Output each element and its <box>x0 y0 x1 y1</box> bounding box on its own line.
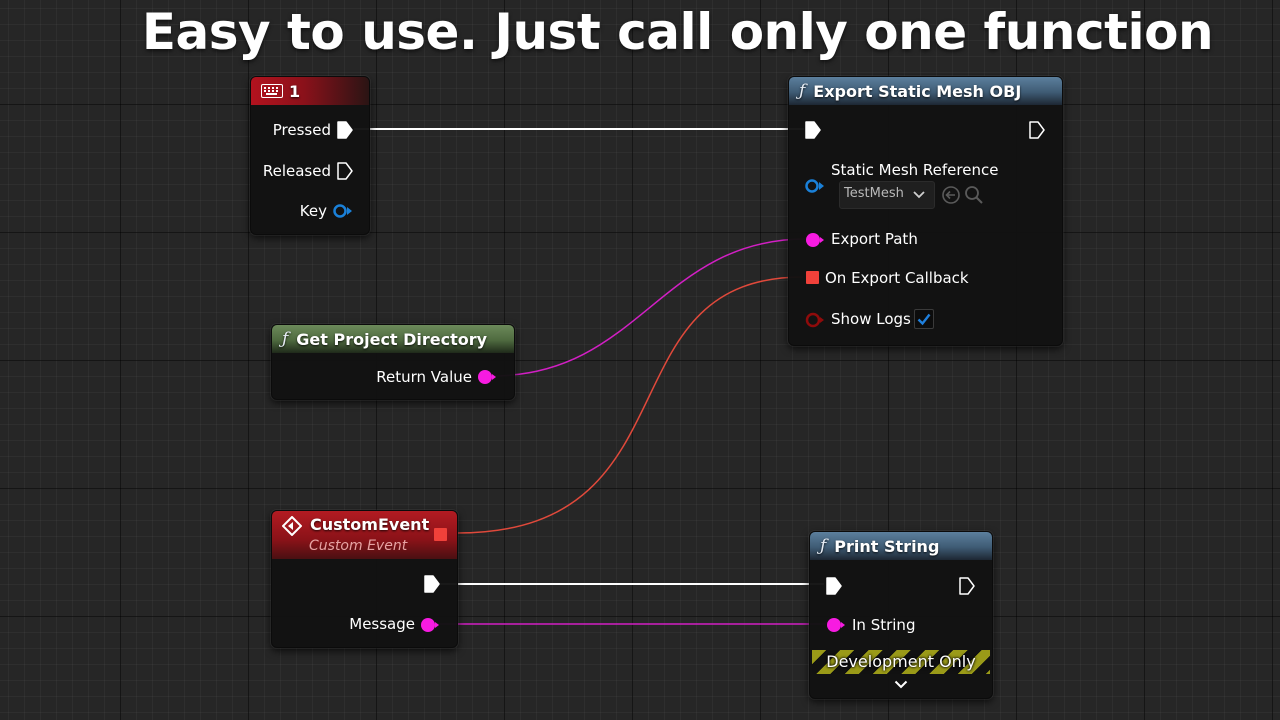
string-wire-path-to-export[interactable] <box>491 238 807 377</box>
print-exec-in-pin[interactable] <box>826 577 842 595</box>
show-logs-label: Show Logs <box>831 310 911 328</box>
print-exec-out-pin[interactable] <box>959 577 975 595</box>
pressed-pin-label: Pressed <box>272 121 331 139</box>
get-project-directory-title: Get Project Directory <box>296 329 488 349</box>
function-icon: ƒ <box>820 536 827 556</box>
print-string-title: Print String <box>834 536 940 556</box>
on-export-callback-label: On Export Callback <box>825 269 969 287</box>
exec-in-pin[interactable] <box>805 121 821 139</box>
export-path-label: Export Path <box>831 230 918 248</box>
mesh-select-value: TestMesh <box>844 186 904 201</box>
development-only-label: Development Only <box>826 652 976 671</box>
return-value-label: Return Value <box>376 368 472 386</box>
return-value-pin[interactable] <box>477 369 497 385</box>
show-logs-pin[interactable] <box>805 312 825 328</box>
custom-event-delegate-pin[interactable] <box>434 528 447 541</box>
message-pin-label: Message <box>349 615 415 633</box>
in-string-label: In String <box>852 616 916 634</box>
key-event-node[interactable]: 1 Pressed Released Key <box>250 76 370 235</box>
function-icon: ƒ <box>799 81 806 101</box>
keyboard-icon <box>261 84 283 98</box>
delegate-wire-event-to-callback[interactable] <box>456 276 804 534</box>
static-mesh-reference-pin[interactable] <box>805 179 825 193</box>
mesh-select-dropdown[interactable]: TestMesh <box>839 181 935 209</box>
released-exec-pin[interactable] <box>337 162 353 180</box>
on-export-callback-pin[interactable] <box>806 271 819 284</box>
custom-event-node[interactable]: CustomEvent Custom Event Message <box>271 510 458 648</box>
key-struct-pin[interactable] <box>333 204 353 218</box>
print-string-node[interactable]: ƒ Print String In String Development Onl… <box>809 531 993 699</box>
event-icon <box>282 516 302 536</box>
key-event-title: 1 <box>289 81 301 101</box>
get-project-directory-node[interactable]: ƒ Get Project Directory Return Value <box>271 324 515 400</box>
key-event-header[interactable]: 1 <box>251 77 369 105</box>
wire-layer <box>354 128 826 625</box>
use-selected-asset-icon[interactable] <box>941 185 961 205</box>
custom-event-exec-out-pin[interactable] <box>424 575 440 593</box>
in-string-pin[interactable] <box>826 617 846 633</box>
export-static-mesh-header[interactable]: ƒ Export Static Mesh OBJ <box>789 77 1062 105</box>
exec-out-pin[interactable] <box>1029 121 1045 139</box>
pressed-exec-pin[interactable] <box>337 121 353 139</box>
custom-event-subtitle: Custom Event <box>309 538 408 554</box>
checkmark-icon <box>917 313 931 326</box>
chevron-down-icon <box>913 191 925 199</box>
browse-asset-icon[interactable] <box>964 185 984 205</box>
export-static-mesh-node[interactable]: ƒ Export Static Mesh OBJ Static Mesh Ref… <box>788 76 1063 346</box>
static-mesh-reference-label: Static Mesh Reference <box>831 161 999 179</box>
show-logs-checkbox[interactable] <box>914 309 934 329</box>
key-pin-label: Key <box>299 202 327 220</box>
message-pin[interactable] <box>420 617 440 633</box>
print-string-header[interactable]: ƒ Print String <box>810 532 992 560</box>
expand-chevron-icon[interactable] <box>894 680 908 690</box>
custom-event-title: CustomEvent <box>310 515 430 534</box>
export-path-pin[interactable] <box>805 232 825 248</box>
function-icon: ƒ <box>282 329 289 349</box>
released-pin-label: Released <box>262 162 331 180</box>
get-project-directory-header[interactable]: ƒ Get Project Directory <box>272 325 514 353</box>
export-static-mesh-title: Export Static Mesh OBJ <box>813 81 1022 101</box>
